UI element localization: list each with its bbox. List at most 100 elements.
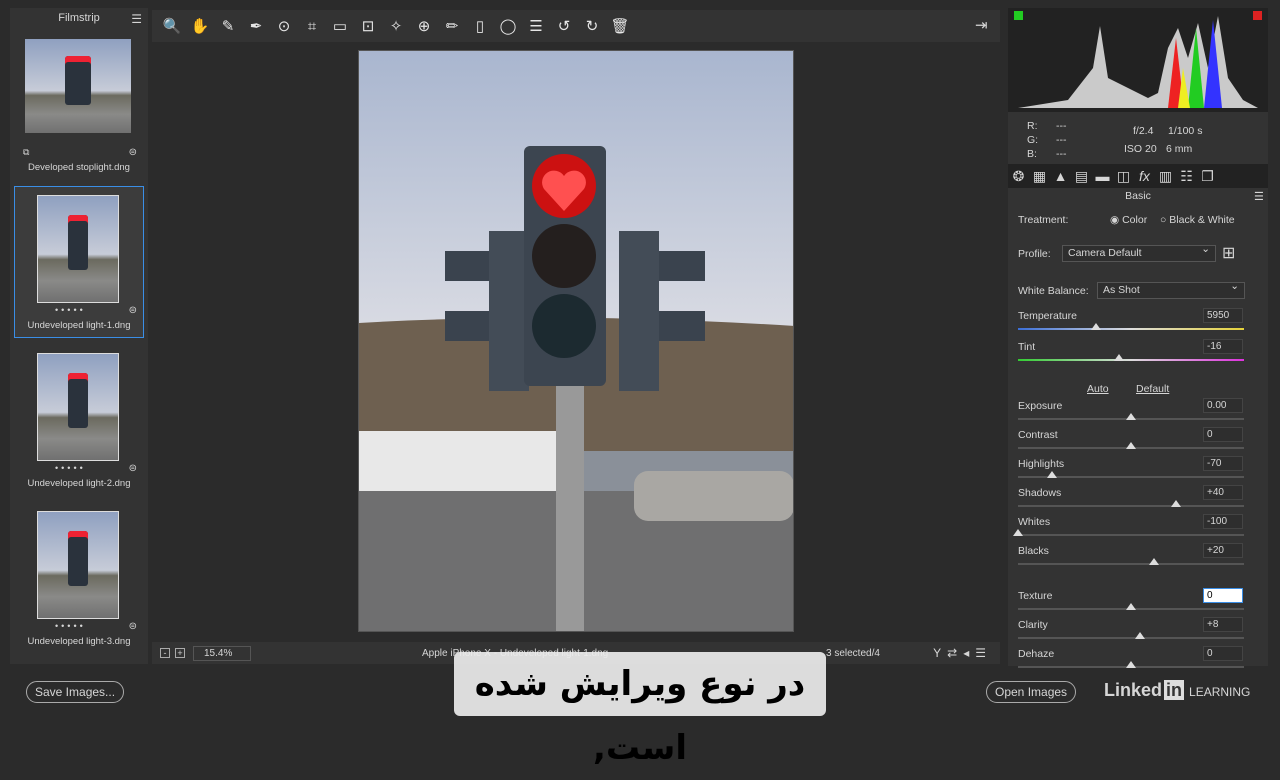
slider-value-input[interactable]: +20 bbox=[1203, 543, 1243, 558]
menu-icon[interactable]: ☰ bbox=[131, 12, 142, 26]
slider-value-input[interactable]: 0.00 bbox=[1203, 398, 1243, 413]
trash-icon[interactable]: 🗑 bbox=[606, 17, 634, 35]
tab-presets-icon[interactable]: ☷ bbox=[1176, 168, 1197, 185]
presets-list-icon[interactable]: ☰ bbox=[522, 17, 550, 35]
slider-track[interactable] bbox=[1018, 328, 1244, 330]
filmstrip-item[interactable]: ••••• ⊜ Undeveloped light-3.dng bbox=[14, 502, 144, 654]
auto-button[interactable]: Auto bbox=[1087, 383, 1109, 395]
open-images-button[interactable]: Open Images bbox=[986, 681, 1077, 703]
filmstrip-item[interactable]: ⧉ ⊜ Developed stoplight.dng bbox=[14, 28, 144, 180]
tab-hsl-icon[interactable]: ▤ bbox=[1071, 168, 1092, 185]
treatment-bw-radio[interactable]: ○ Black & White bbox=[1160, 214, 1235, 226]
slider-track[interactable] bbox=[1018, 359, 1244, 361]
white-balance-select[interactable]: As Shot bbox=[1097, 280, 1245, 299]
panel-tabs: ❂ ▦ ▲ ▤ ▬ ◫ fx ▥ ☷ ❐ bbox=[1008, 164, 1268, 188]
slider-label: Contrast bbox=[1018, 429, 1058, 441]
red-eye-icon[interactable]: ⊕ bbox=[410, 17, 438, 35]
radial-filter-icon[interactable]: ◯ bbox=[494, 17, 522, 35]
white-balance-icon[interactable]: ✎ bbox=[214, 17, 242, 35]
slider-label: Temperature bbox=[1018, 310, 1077, 322]
panel-title: Basic bbox=[1125, 190, 1151, 202]
transform-icon[interactable]: ⊡ bbox=[354, 17, 382, 35]
profile-select[interactable]: Camera Default bbox=[1062, 243, 1216, 262]
hand-icon[interactable]: ✋ bbox=[186, 17, 214, 35]
rotate-right-icon[interactable]: ↻ bbox=[578, 17, 606, 35]
slider-value-input[interactable]: 0 bbox=[1203, 588, 1243, 603]
default-button[interactable]: Default bbox=[1136, 383, 1169, 395]
slider-label: Exposure bbox=[1018, 400, 1063, 412]
filmstrip-item[interactable]: ••••• ⊜ Undeveloped light-1.dng bbox=[14, 186, 144, 338]
edited-badge-icon: ⊜ bbox=[128, 621, 137, 632]
slider-label: Highlights bbox=[1018, 458, 1065, 470]
rating-dots[interactable]: ••••• bbox=[55, 305, 86, 315]
view-toggle-icons[interactable]: Y⇄◂☰ bbox=[933, 646, 992, 660]
slider-thumb[interactable] bbox=[1013, 529, 1023, 536]
rotate-left-icon[interactable]: ↺ bbox=[550, 17, 578, 35]
slider-thumb[interactable] bbox=[1126, 413, 1136, 420]
slider-label: Whites bbox=[1018, 516, 1051, 528]
slider-label: Tint bbox=[1018, 341, 1036, 353]
b-label: B: bbox=[1027, 148, 1037, 160]
slider-thumb[interactable] bbox=[1126, 442, 1136, 449]
slider-thumb[interactable] bbox=[1046, 471, 1057, 478]
slider-track[interactable] bbox=[1018, 505, 1244, 507]
tab-calibration-icon[interactable]: ▥ bbox=[1155, 168, 1176, 185]
rating-dots[interactable]: ••••• bbox=[55, 463, 86, 473]
tab-tone-curve-icon[interactable]: ▦ bbox=[1029, 168, 1050, 185]
tab-effects-icon[interactable]: fx bbox=[1134, 168, 1155, 184]
slider-thumb[interactable] bbox=[1126, 661, 1136, 668]
slider-track[interactable] bbox=[1018, 534, 1244, 536]
zoom-out-button[interactable]: - bbox=[160, 648, 170, 658]
slider-value-input[interactable]: +8 bbox=[1203, 617, 1243, 632]
slider-thumb[interactable] bbox=[1135, 632, 1146, 639]
treatment-color-radio[interactable]: ◉ Color bbox=[1110, 214, 1147, 226]
slider-value-input[interactable]: -70 bbox=[1203, 456, 1243, 471]
edited-badge-icon: ⊜ bbox=[128, 147, 137, 158]
slider-thumb[interactable] bbox=[1148, 558, 1159, 565]
slider-label: Shadows bbox=[1018, 487, 1062, 499]
slider-value-input[interactable]: 0 bbox=[1203, 427, 1243, 442]
panel-menu-icon[interactable]: ☰ bbox=[1254, 190, 1264, 203]
profile-browser-icon[interactable]: ⊞ bbox=[1222, 243, 1235, 263]
tab-snapshots-icon[interactable]: ❐ bbox=[1197, 168, 1218, 185]
thumbnail-image bbox=[37, 353, 119, 461]
rating-dots[interactable]: ••••• bbox=[55, 621, 86, 631]
filmstrip-item-name: Undeveloped light-2.dng bbox=[27, 478, 131, 489]
filmstrip-item-name: Developed stoplight.dng bbox=[28, 162, 130, 173]
histogram bbox=[1008, 8, 1268, 112]
zoom-level-select[interactable]: 15.4% bbox=[193, 645, 252, 661]
image-info: R: --- G: --- B: --- f/2.4 1/100 s ISO 20 6 m… bbox=[1008, 112, 1268, 164]
filmstrip-item[interactable]: ••••• ⊜ Undeveloped light-2.dng bbox=[14, 344, 144, 496]
tab-detail-icon[interactable]: ▲ bbox=[1050, 168, 1071, 184]
zoom-icon[interactable]: 🔍 bbox=[158, 17, 186, 35]
slider-value-input[interactable]: +40 bbox=[1203, 485, 1243, 500]
slider-thumb[interactable] bbox=[1091, 323, 1101, 330]
tab-basic-icon[interactable]: ❂ bbox=[1008, 168, 1029, 185]
slider-track[interactable] bbox=[1018, 563, 1244, 565]
slider-value-input[interactable]: 0 bbox=[1203, 646, 1243, 661]
slider-value-input[interactable]: -16 bbox=[1203, 339, 1243, 354]
slider-thumb[interactable] bbox=[1113, 354, 1124, 361]
straighten-icon[interactable]: ▭ bbox=[326, 17, 354, 35]
g-label: G: bbox=[1027, 134, 1039, 146]
photo-preview[interactable] bbox=[358, 50, 794, 632]
tab-lens-icon[interactable]: ◫ bbox=[1113, 168, 1134, 185]
tab-split-toning-icon[interactable]: ▬ bbox=[1092, 168, 1113, 184]
slider-value-input[interactable]: -100 bbox=[1203, 514, 1243, 529]
save-images-button[interactable]: Save Images... bbox=[26, 681, 125, 703]
graduated-filter-icon[interactable]: ▯ bbox=[466, 17, 494, 35]
selection-count: 3 selected/4 bbox=[826, 647, 880, 659]
crop-icon[interactable]: ⌗ bbox=[298, 18, 326, 35]
slider-value-input[interactable]: 5950 bbox=[1203, 308, 1243, 323]
slider-thumb[interactable] bbox=[1126, 603, 1136, 610]
targeted-adjustment-icon[interactable]: ⊙ bbox=[270, 17, 298, 35]
zoom-in-button[interactable]: + bbox=[175, 648, 185, 658]
slider-track[interactable] bbox=[1018, 637, 1244, 639]
r-value: --- bbox=[1056, 120, 1067, 132]
filmstrip-item-name: Undeveloped light-3.dng bbox=[27, 636, 131, 647]
slider-thumb[interactable] bbox=[1171, 500, 1182, 507]
adjustment-brush-icon[interactable]: ✏ bbox=[438, 17, 466, 35]
color-sampler-icon[interactable]: ✒ bbox=[242, 17, 270, 35]
spot-removal-icon[interactable]: ✧ bbox=[382, 17, 410, 35]
slider-label: Texture bbox=[1018, 590, 1053, 602]
